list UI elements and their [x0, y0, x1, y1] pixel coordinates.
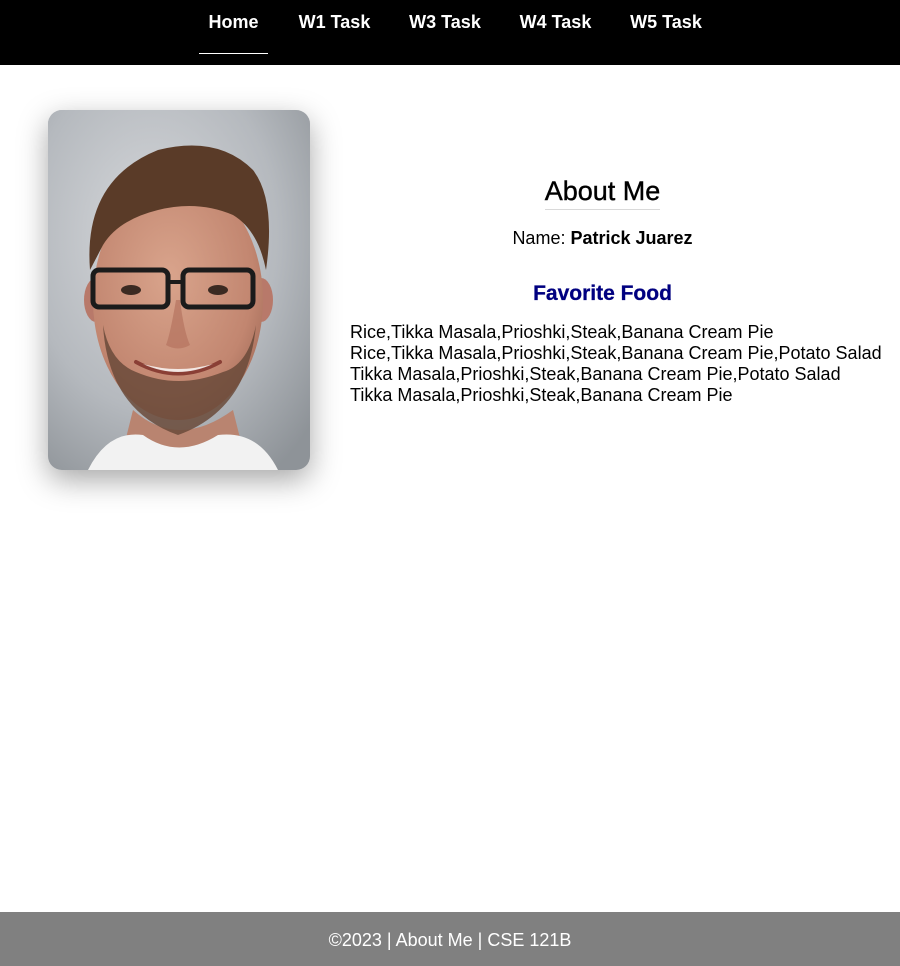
name-line: Name: Patrick Juarez — [350, 228, 855, 249]
food-line: Rice,Tikka Masala,Prioshki,Steak,Banana … — [350, 343, 882, 363]
food-line: Rice,Tikka Masala,Prioshki,Steak,Banana … — [350, 322, 774, 342]
about-title: About Me — [350, 176, 855, 210]
nav-link-label: W3 Task — [409, 12, 481, 32]
nav-link-home[interactable]: Home — [199, 0, 268, 54]
name-label: Name: — [512, 228, 566, 248]
top-navigation: Home W1 Task W3 Task W4 Task W5 Task — [0, 0, 900, 65]
nav-link-label: W1 Task — [298, 12, 371, 32]
favorite-food-title: Favorite Food — [533, 282, 672, 305]
nav-link-w1-task[interactable]: W1 Task — [292, 0, 377, 54]
food-line: Tikka Masala,Prioshki,Steak,Banana Cream… — [350, 385, 733, 405]
food-line: Tikka Masala,Prioshki,Steak,Banana Cream… — [350, 364, 841, 384]
about-title-text: About Me — [545, 176, 660, 210]
footer-text: ©2023 | About Me | CSE 121B — [328, 930, 572, 950]
nav-link-label: W4 Task — [519, 12, 592, 32]
nav-link-w4-task[interactable]: W4 Task — [513, 0, 598, 54]
page-footer: ©2023 | About Me | CSE 121B — [0, 912, 900, 966]
profile-photo — [48, 110, 310, 470]
portrait-image — [48, 110, 310, 470]
nav-link-label: Home — [208, 12, 259, 32]
nav-link-w5-task[interactable]: W5 Task — [623, 0, 709, 54]
favorite-food-list: Rice,Tikka Masala,Prioshki,Steak,Banana … — [350, 322, 882, 406]
name-value: Patrick Juarez — [570, 228, 693, 248]
nav-link-w3-task[interactable]: W3 Task — [402, 0, 488, 54]
nav-link-label: W5 Task — [630, 12, 702, 32]
